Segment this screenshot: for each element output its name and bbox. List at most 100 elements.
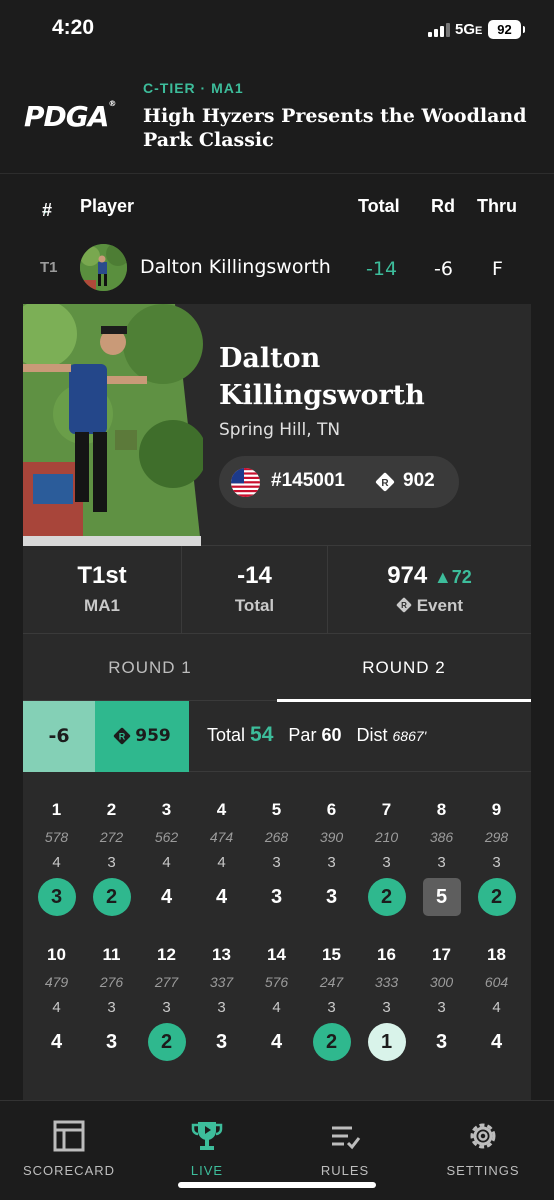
hole-18: 18 604 4 4 — [469, 945, 524, 1061]
stat-total: -14 Total — [182, 546, 328, 634]
event-header: PDGA® C-TIER · MA1 High Hyzers Presents … — [0, 62, 554, 174]
scorecard-icon — [53, 1120, 85, 1152]
nav-rules[interactable]: RULES — [276, 1119, 414, 1178]
hole-par: 3 — [162, 999, 171, 1016]
hole-par: 3 — [217, 999, 226, 1016]
us-flag-icon — [231, 468, 260, 497]
rating-icon: R — [396, 597, 412, 613]
tab-round-2[interactable]: ROUND 2 — [277, 634, 531, 702]
hole-distance: 386 — [429, 829, 454, 845]
svg-text:R: R — [119, 732, 126, 742]
hole-number: 8 — [436, 800, 447, 819]
hole-score: 4 — [490, 1031, 503, 1053]
hole-distance: 272 — [99, 829, 124, 845]
round-summary: -6 R 959 Total 54 Par 60 Dist 6867' — [23, 701, 531, 772]
svg-text:R: R — [381, 478, 389, 489]
hole-score: 4 — [215, 886, 228, 908]
hole-1: 1 578 4 3 — [29, 800, 84, 916]
hole-number: 3 — [161, 800, 172, 819]
row-position: T1 — [40, 259, 58, 276]
row-thru: F — [492, 258, 503, 280]
hole-score: 3 — [37, 878, 76, 916]
hole-11: 11 276 3 3 — [84, 945, 139, 1061]
row-player-name: Dalton Killingsworth — [140, 256, 331, 278]
hole-par: 3 — [382, 854, 391, 871]
round-tabs: ROUND 1 ROUND 2 — [23, 634, 531, 702]
pdga-logo[interactable]: PDGA® — [24, 99, 116, 133]
hole-number: 6 — [326, 800, 337, 819]
hole-14: 14 576 4 4 — [249, 945, 304, 1061]
hole-number: 1 — [51, 800, 62, 819]
hole-16: 16 333 3 1 — [359, 945, 414, 1061]
hole-number: 16 — [377, 945, 396, 964]
hole-score: 2 — [367, 878, 406, 916]
hole-par: 3 — [492, 854, 501, 871]
hole-score: 2 — [92, 878, 131, 916]
round-rating: R 959 — [95, 701, 189, 772]
status-time: 4:20 — [52, 16, 95, 39]
column-thru[interactable]: Thru — [477, 196, 517, 217]
hole-12: 12 277 3 2 — [139, 945, 194, 1061]
round-info: Total 54 Par 60 Dist 6867' — [207, 723, 427, 746]
player-stats: T1st MA1 -14 Total 974 ▲72 R Event — [23, 546, 531, 634]
column-round[interactable]: Rd — [431, 196, 455, 217]
nav-scorecard[interactable]: SCORECARD — [0, 1119, 138, 1178]
hole-number: 15 — [322, 945, 341, 964]
network-type: 5GE — [455, 21, 483, 38]
hole-distance: 298 — [484, 829, 509, 845]
hole-par: 3 — [107, 854, 116, 871]
tab-round-1[interactable]: ROUND 1 — [23, 634, 277, 701]
hole-par: 3 — [327, 854, 336, 871]
rating-icon: R — [375, 472, 395, 492]
leaderboard-row[interactable]: T1 Dalton Killingsworth -14 -6 F — [0, 240, 554, 296]
hole-5: 5 268 3 3 — [249, 800, 304, 916]
column-total[interactable]: Total — [358, 196, 400, 217]
nav-settings[interactable]: SETTINGS — [414, 1119, 552, 1178]
hole-distance: 210 — [374, 829, 399, 845]
player-location: Spring Hill, TN — [219, 420, 341, 440]
hole-distance: 277 — [154, 974, 179, 990]
trophy-icon — [191, 1122, 223, 1150]
hole-score: 3 — [435, 1031, 448, 1053]
hole-par: 4 — [272, 999, 281, 1016]
hole-score: 2 — [312, 1023, 351, 1061]
hole-distance: 268 — [264, 829, 289, 845]
hole-par: 4 — [492, 999, 501, 1016]
hole-13: 13 337 3 3 — [194, 945, 249, 1061]
gear-icon — [470, 1123, 496, 1149]
event-tier: C-TIER · MA1 — [143, 80, 244, 96]
row-total: -14 — [366, 258, 398, 280]
hole-distance: 247 — [319, 974, 344, 990]
hole-number: 5 — [271, 800, 282, 819]
hole-par: 4 — [52, 854, 61, 871]
hole-par: 4 — [217, 854, 226, 871]
hole-10: 10 479 4 4 — [29, 945, 84, 1061]
round-score: -6 — [23, 701, 95, 772]
hole-distance: 576 — [264, 974, 289, 990]
hole-number: 4 — [216, 800, 227, 819]
hole-score: 5 — [422, 878, 461, 916]
hole-number: 14 — [267, 945, 286, 964]
hole-par: 3 — [382, 999, 391, 1016]
hole-score: 1 — [367, 1023, 406, 1061]
hole-par: 3 — [437, 999, 446, 1016]
player-name: Dalton Killingsworth — [219, 343, 425, 411]
home-indicator[interactable] — [178, 1182, 376, 1188]
hole-number: 7 — [381, 800, 392, 819]
hole-distance: 562 — [154, 829, 179, 845]
hole-distance: 333 — [374, 974, 399, 990]
hole-score: 4 — [270, 1031, 283, 1053]
hole-score: 3 — [215, 1031, 228, 1053]
column-player[interactable]: Player — [80, 196, 134, 217]
player-hero: Dalton Killingsworth Spring Hill, TN #14… — [23, 304, 531, 546]
hole-score: 3 — [270, 886, 283, 908]
nav-live[interactable]: LIVE — [138, 1119, 276, 1178]
rating-icon: R — [114, 727, 131, 745]
hole-distance: 479 — [44, 974, 69, 990]
hole-distance: 337 — [209, 974, 234, 990]
hole-par: 3 — [327, 999, 336, 1016]
player-rating: 902 — [403, 470, 435, 491]
rating-up-icon: ▲ — [433, 567, 452, 587]
hole-distance: 276 — [99, 974, 124, 990]
hole-par: 4 — [162, 854, 171, 871]
